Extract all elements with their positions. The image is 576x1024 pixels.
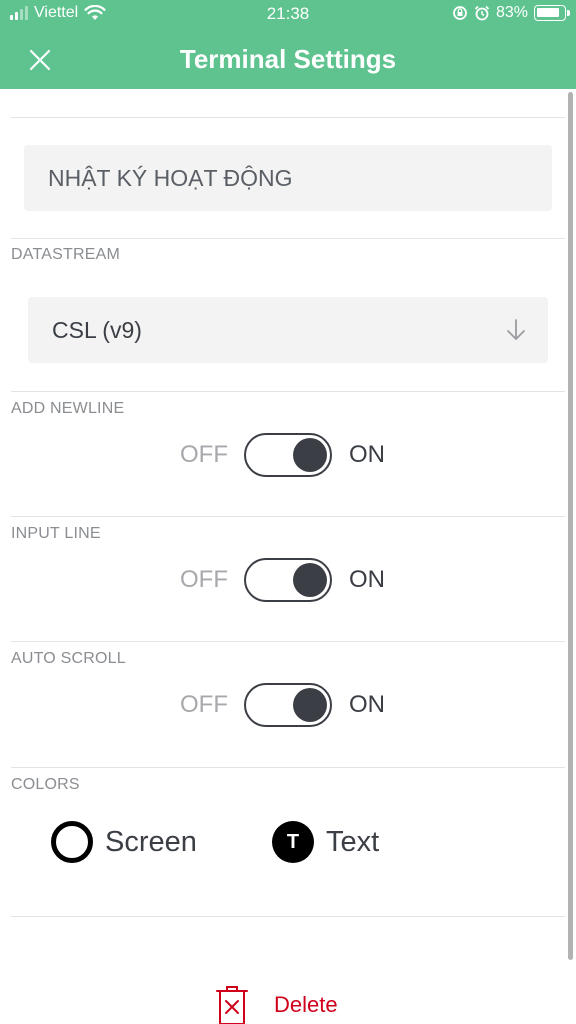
battery-percent: 83% [495,4,528,21]
toggle-off-label: OFF [180,566,228,593]
screen-color-button[interactable]: Screen [51,820,197,864]
divider [11,516,565,517]
toggle-off-label: OFF [180,691,228,718]
delete-button[interactable]: Delete [214,985,338,1024]
alarm-icon [474,5,490,21]
input-line-toggle-row: OFF ON [0,558,576,602]
toggle-on-label: ON [349,691,385,718]
switch-knob [293,438,327,472]
divider [11,641,565,642]
text-color-label: Text [326,825,380,858]
add-newline-toggle-row: OFF ON [0,433,576,477]
delete-label: Delete [274,992,338,1017]
colors-label: COLORS [11,776,80,793]
battery-icon [534,5,570,21]
toggle-off-label: OFF [180,441,228,468]
switch-knob [293,688,327,722]
input-line-label: INPUT LINE [11,525,101,542]
arrow-down-icon [507,319,525,340]
auto-scroll-label: AUTO SCROLL [11,650,126,667]
text-color-button[interactable]: T Text [272,820,379,864]
add-newline-switch[interactable] [244,433,332,477]
divider [11,117,565,118]
input-line-switch[interactable] [244,558,332,602]
status-bar: Viettel 21:38 83% [0,0,576,30]
orientation-lock-icon [453,6,467,20]
add-newline-label: ADD NEWLINE [11,400,125,417]
screen-color-swatch [51,821,93,863]
toggle-on-label: ON [349,566,385,593]
switch-knob [293,563,327,597]
divider [11,238,565,239]
widget-name-field[interactable]: NHẬT KÝ HOẠT ĐỘNG [24,145,552,211]
text-swatch-letter: T [286,830,300,853]
header-bar: Viettel 21:38 83% Terminal Settings [0,0,576,89]
trash-icon [216,986,248,1024]
text-color-swatch: T [272,821,314,863]
auto-scroll-toggle-row: OFF ON [0,683,576,727]
auto-scroll-switch[interactable] [244,683,332,727]
toggle-on-label: ON [349,441,385,468]
page-title: Terminal Settings [179,44,397,74]
datastream-select[interactable]: CSL (v9) [28,297,548,363]
screen-color-label: Screen [105,825,197,858]
scrollbar[interactable] [568,92,573,960]
divider [11,767,565,768]
divider [11,916,565,917]
datastream-label: DATASTREAM [11,246,120,263]
datastream-value: CSL (v9) [52,316,142,343]
status-right: 83% [452,4,570,22]
divider [11,391,565,392]
